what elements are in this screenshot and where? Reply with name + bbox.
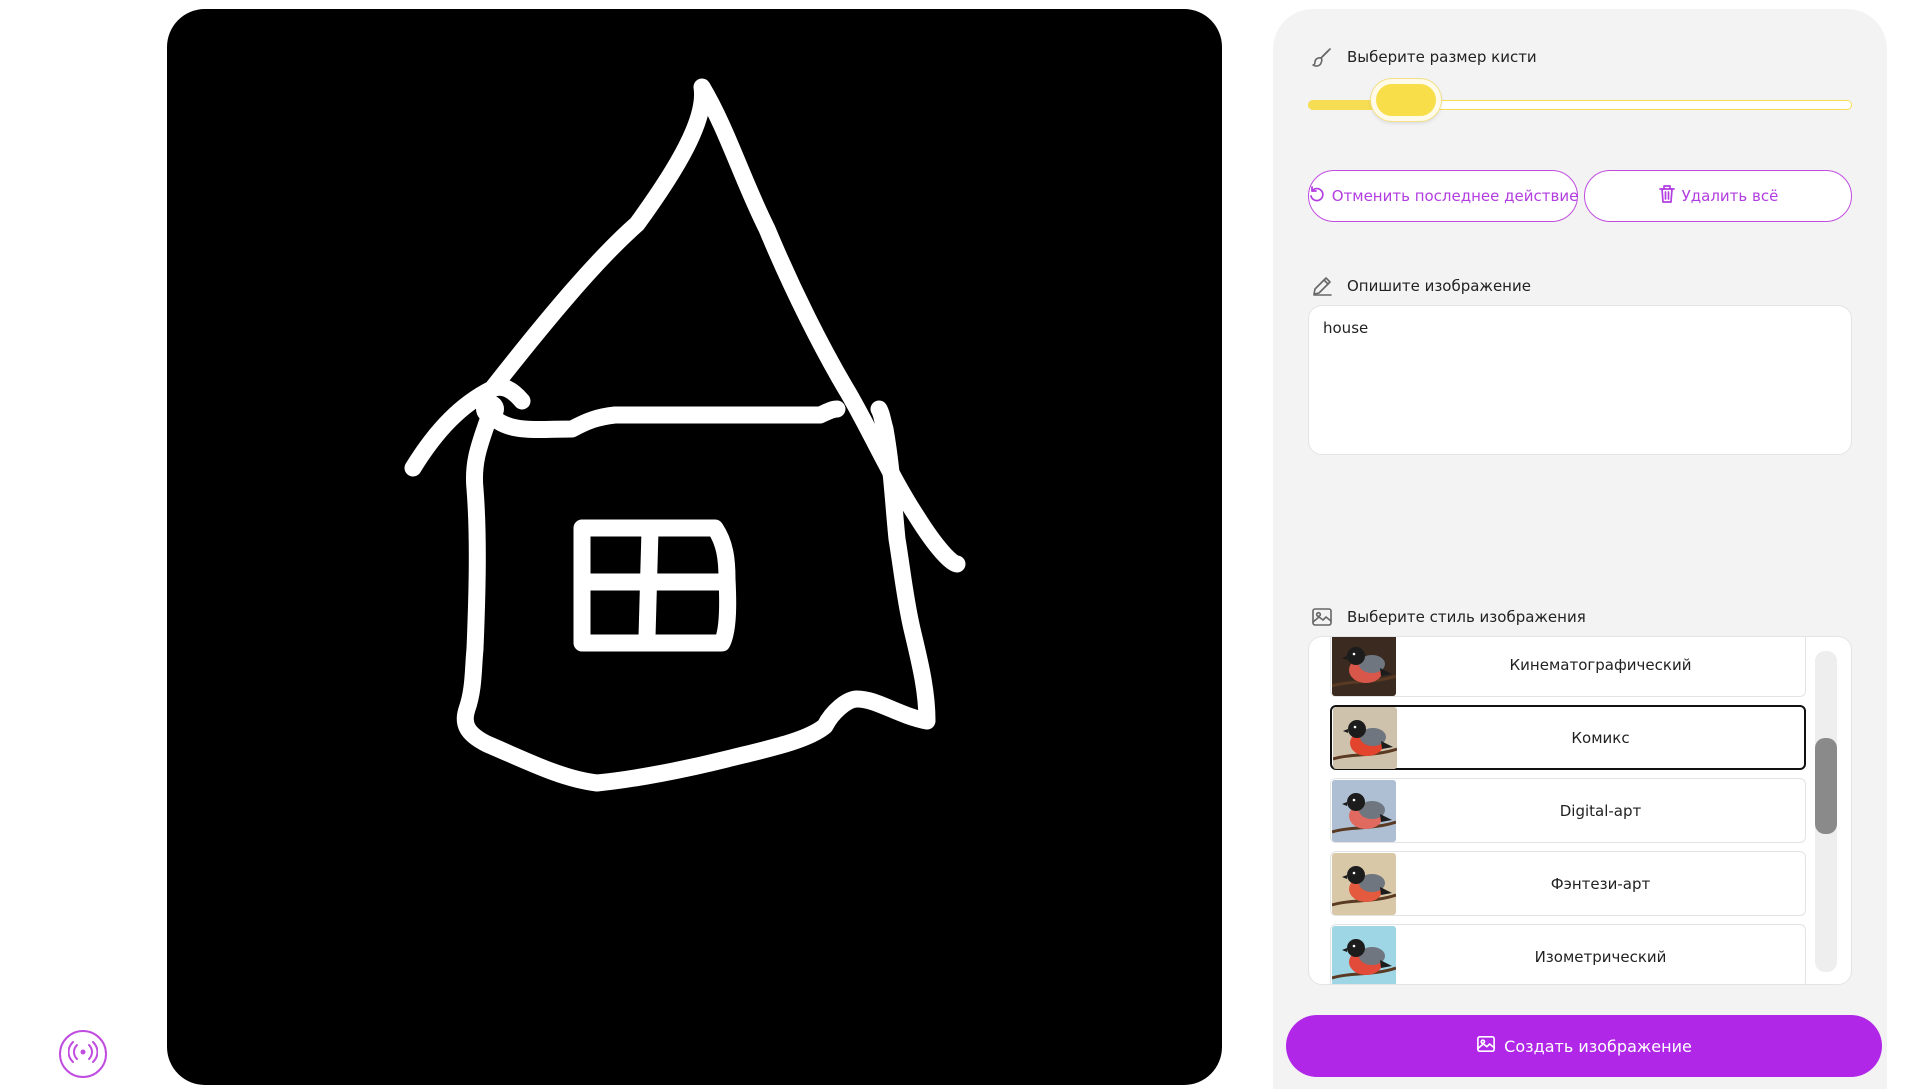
style-option[interactable]: Кинематографический bbox=[1330, 637, 1806, 697]
undo-label: Отменить последнее действие bbox=[1331, 187, 1579, 205]
bullfinch-thumbnail bbox=[1332, 779, 1396, 842]
style-option[interactable]: Изометрический bbox=[1330, 924, 1806, 984]
style-option-label: Изометрический bbox=[1534, 947, 1667, 966]
style-option-label: Кинематографический bbox=[1509, 655, 1692, 674]
roof-joint-dot bbox=[476, 395, 504, 423]
broadcast-icon bbox=[67, 1041, 99, 1067]
style-option-label: Фэнтези-арт bbox=[1550, 874, 1651, 893]
style-list-viewport: Кинематографический Комикс Digital-арт Фэнт… bbox=[1330, 637, 1806, 984]
style-option[interactable]: Digital-арт bbox=[1330, 778, 1806, 843]
prompt-textarea[interactable]: house bbox=[1308, 305, 1852, 455]
left-wall-stroke bbox=[456, 400, 936, 792]
brush-size-heading: Выберите размер кисти bbox=[1311, 46, 1537, 68]
brush-size-slider[interactable] bbox=[1308, 79, 1852, 121]
bullfinch-thumbnail bbox=[1332, 925, 1396, 984]
clear-all-button[interactable]: Удалить всё bbox=[1584, 170, 1852, 222]
style-option-label: Digital-арт bbox=[1559, 801, 1642, 820]
create-image-button[interactable]: Создать изображение bbox=[1286, 1015, 1882, 1077]
style-heading: Выберите стиль изображения bbox=[1311, 606, 1586, 628]
drawing-canvas[interactable] bbox=[167, 9, 1222, 1085]
roof-stroke bbox=[404, 78, 966, 573]
drawing-strokes bbox=[404, 78, 966, 792]
bullfinch-thumbnail bbox=[1332, 852, 1396, 915]
image-icon bbox=[1311, 606, 1333, 628]
brush-icon bbox=[1311, 46, 1333, 68]
bullfinch-thumbnail bbox=[1332, 637, 1396, 696]
brush-size-label: Выберите размер кисти bbox=[1347, 48, 1537, 66]
style-list-scrollbar[interactable] bbox=[1815, 651, 1837, 972]
image-icon bbox=[1476, 1035, 1496, 1057]
bullfinch-thumbnail bbox=[1333, 706, 1397, 769]
prompt-value: house bbox=[1323, 319, 1369, 337]
broadcast-button[interactable] bbox=[59, 1030, 107, 1078]
create-image-label: Создать изображение bbox=[1504, 1036, 1692, 1056]
style-option[interactable]: Комикс bbox=[1330, 705, 1806, 770]
style-label: Выберите стиль изображения bbox=[1347, 608, 1586, 626]
undo-icon bbox=[1308, 185, 1326, 207]
clear-all-label: Удалить всё bbox=[1681, 187, 1779, 205]
undo-button[interactable]: Отменить последнее действие bbox=[1308, 170, 1578, 222]
prompt-heading: Опишите изображение bbox=[1311, 275, 1531, 297]
wall-top-stroke bbox=[481, 400, 846, 439]
window-cross-v-stroke bbox=[638, 521, 659, 646]
prompt-label: Опишите изображение bbox=[1347, 277, 1531, 295]
trash-icon bbox=[1658, 184, 1676, 208]
slider-thumb[interactable] bbox=[1370, 79, 1441, 121]
pencil-icon bbox=[1311, 275, 1333, 297]
style-option-label: Комикс bbox=[1571, 728, 1630, 747]
style-list[interactable]: Кинематографический Комикс Digital-арт Фэнт… bbox=[1308, 636, 1852, 985]
style-option[interactable]: Фэнтези-арт bbox=[1330, 851, 1806, 916]
settings-panel: Выберите размер кисти Отменить последнее… bbox=[1273, 9, 1887, 1089]
scrollbar-thumb[interactable] bbox=[1815, 738, 1837, 834]
